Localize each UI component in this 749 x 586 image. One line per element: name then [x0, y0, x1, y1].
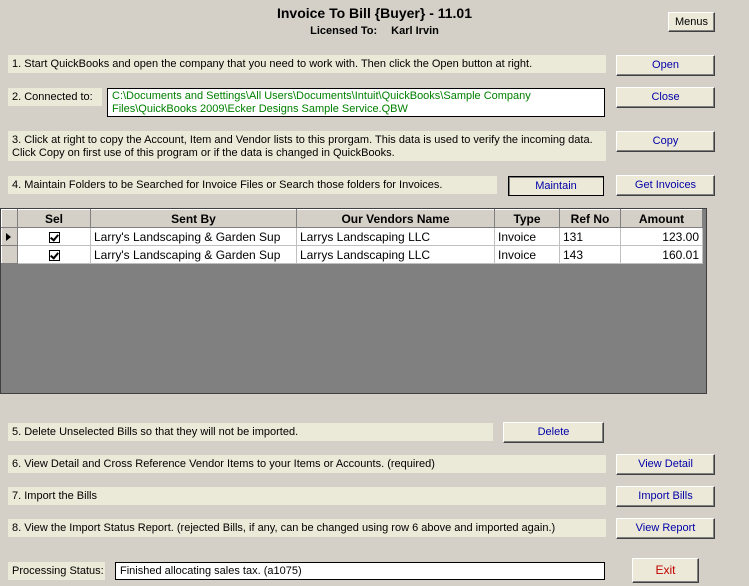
step-7-instruction: 7. Import the Bills — [8, 487, 606, 505]
close-button[interactable]: Close — [616, 87, 715, 108]
open-button[interactable]: Open — [616, 55, 715, 76]
amount-cell[interactable]: 160.01 — [620, 245, 703, 264]
view-detail-button[interactable]: View Detail — [616, 454, 715, 475]
license-info: Licensed To: Karl Irvin — [0, 25, 749, 37]
invoice-table: Sel Sent By Our Vendors Name Type Ref No… — [1, 209, 703, 264]
licensed-name: Karl Irvin — [391, 25, 439, 37]
menus-button[interactable]: Menus — [668, 12, 715, 32]
step-2-label: 2. Connected to: — [8, 88, 102, 106]
invoice-grid[interactable]: Sel Sent By Our Vendors Name Type Ref No… — [0, 208, 707, 394]
get-invoices-button[interactable]: Get Invoices — [616, 175, 715, 196]
step-5-instruction: 5. Delete Unselected Bills so that they … — [8, 423, 493, 441]
ref-no-cell[interactable]: 131 — [559, 227, 621, 246]
processing-status-label: Processing Status: — [8, 562, 105, 580]
checked-checkbox-icon[interactable] — [48, 231, 60, 243]
type-cell[interactable]: Invoice — [494, 227, 560, 246]
sel-checkbox-cell[interactable] — [17, 245, 91, 264]
step-3-instruction: 3. Click at right to copy the Account, I… — [8, 131, 606, 161]
step-8-instruction: 8. View the Import Status Report. (rejec… — [8, 519, 606, 537]
processing-status-field: Finished allocating sales tax. (a1075) — [115, 562, 605, 580]
sent-by-text: Larry's Landscaping & Garden Sup — [94, 247, 281, 262]
copy-button[interactable]: Copy — [616, 131, 715, 152]
table-row[interactable]: Larry's Landscaping & Garden Sup Larrys … — [1, 245, 703, 264]
step-1-instruction: 1. Start QuickBooks and open the company… — [8, 55, 606, 73]
amount-cell[interactable]: 123.00 — [620, 227, 703, 246]
vendor-name-cell[interactable]: Larrys Landscaping LLC — [296, 227, 495, 246]
column-header-sent-by[interactable]: Sent By — [90, 209, 297, 228]
type-cell[interactable]: Invoice — [494, 245, 560, 264]
table-row[interactable]: Larry's Landscaping & Garden Sup Larrys … — [1, 227, 703, 246]
vendor-name-cell[interactable]: Larrys Landscaping LLC — [296, 245, 495, 264]
window-title: Invoice To Bill {Buyer} - 11.01 — [276, 5, 473, 21]
current-row-arrow-icon — [6, 232, 11, 241]
column-header-amount[interactable]: Amount — [620, 209, 703, 228]
ref-no-cell[interactable]: 143 — [559, 245, 621, 264]
sent-by-text: Larry's Landscaping & Garden Sup — [94, 229, 281, 244]
import-bills-button[interactable]: Import Bills — [616, 486, 715, 507]
step-4-instruction: 4. Maintain Folders to be Searched for I… — [8, 176, 497, 194]
exit-button[interactable]: Exit — [632, 558, 699, 583]
checked-checkbox-icon[interactable] — [48, 249, 60, 261]
step-6-instruction: 6. View Detail and Cross Reference Vendo… — [8, 455, 606, 473]
sent-by-cell[interactable]: Larry's Landscaping & Garden Sup — [90, 245, 297, 264]
column-header-vendor-name[interactable]: Our Vendors Name — [296, 209, 495, 228]
column-header-ref-no[interactable]: Ref No — [559, 209, 621, 228]
table-header-row: Sel Sent By Our Vendors Name Type Ref No… — [1, 209, 703, 228]
view-report-button[interactable]: View Report — [616, 518, 715, 539]
column-header-type[interactable]: Type — [494, 209, 560, 228]
maintain-button[interactable]: Maintain — [508, 176, 604, 196]
sel-checkbox-cell[interactable] — [17, 227, 91, 246]
sent-by-cell[interactable]: Larry's Landscaping & Garden Sup — [90, 227, 297, 246]
row-selector[interactable] — [1, 227, 18, 246]
licensed-label: Licensed To: — [310, 25, 378, 37]
delete-button[interactable]: Delete — [503, 422, 604, 443]
row-selector-header — [1, 209, 18, 228]
row-selector[interactable] — [1, 245, 18, 264]
column-header-sel[interactable]: Sel — [17, 209, 91, 228]
connected-company-path: C:\Documents and Settings\All Users\Docu… — [107, 88, 605, 117]
